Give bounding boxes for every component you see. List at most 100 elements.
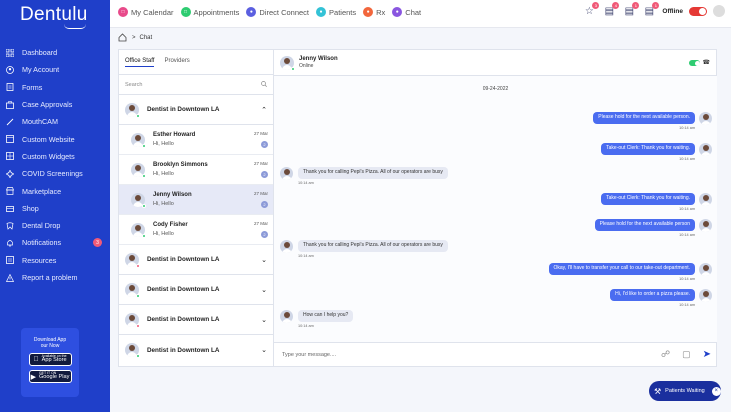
send-icon[interactable]: ➤ — [703, 349, 711, 360]
message-time: 10:14 am — [679, 206, 695, 211]
calendar-icon: □ — [118, 7, 128, 17]
sender-avatar — [280, 310, 293, 323]
widget-icon — [6, 152, 14, 161]
chevron-down-icon[interactable]: ⌄ — [261, 286, 267, 294]
contact-row[interactable]: Esther Howard Hi, Hello 27 Mar 2 — [119, 125, 273, 155]
sidebar-item-forms[interactable]: Forms — [0, 79, 110, 96]
top-bar: □ My Calendar □ Appointments ● Direct Conne… — [110, 0, 731, 28]
sender-avatar — [280, 167, 293, 180]
chat-toggle[interactable] — [689, 60, 700, 66]
patients-icon: ● — [316, 7, 327, 17]
sidebar-item-label: Dental Drop — [22, 221, 61, 231]
sidebar-item-label: Report a problem — [22, 273, 78, 282]
contact-row-selected[interactable]: Jenny Wilson Hi, Hello 27 Mar 2 — [119, 185, 273, 215]
sidebar-item-dental-drop[interactable]: Dental Drop — [0, 217, 110, 234]
sidebar-item-dashboard[interactable]: Dashboard — [0, 44, 110, 61]
home-icon[interactable] — [118, 33, 127, 42]
sidebar-item-notifications[interactable]: Notifications 3 — [0, 234, 110, 251]
sidebar-item-label: Shop — [22, 203, 39, 213]
topnav-my-calendar[interactable]: □ My Calendar — [118, 7, 174, 17]
sidebar-item-resources[interactable]: Resources — [0, 252, 110, 269]
topnav-label: Chat — [405, 7, 422, 17]
topnav-patients[interactable]: ● Patients — [316, 7, 356, 17]
contact-last-message: Hi, Hello — [153, 171, 174, 177]
cart-badge: 3 — [592, 2, 600, 9]
sidebar-item-custom-website[interactable]: Custom Website — [0, 130, 110, 147]
message-text: How can I help you? — [298, 310, 354, 322]
avatar — [125, 102, 140, 118]
inbox-badge: 4 — [612, 2, 620, 9]
message-time: 10:14 am — [679, 232, 695, 237]
logo-smile — [64, 24, 86, 29]
group-header[interactable]: Dentist in Downtown LA ⌄ — [119, 245, 273, 275]
message-text: Okay, I'll have to transfer your call to… — [548, 263, 695, 275]
user-avatar[interactable] — [713, 5, 725, 17]
briefcase-icon — [6, 100, 14, 109]
sidebar-item-my-account[interactable]: My Account — [0, 61, 110, 78]
sender-avatar — [699, 143, 712, 156]
group-header[interactable]: Dentist in Downtown LA ⌄ — [119, 335, 273, 365]
chat-tabs: Office Staff Providers — [119, 50, 273, 75]
sidebar: Dentulu Dashboard My Account Forms Case … — [0, 0, 110, 412]
chevron-up-icon[interactable]: ⌃ — [261, 106, 267, 114]
message-outgoing: Okay, I'll have to transfer your call to… — [548, 263, 695, 281]
messages-icon[interactable]: ▤ 1 — [622, 2, 640, 18]
contact-row[interactable]: Cody Fisher Hi, Hello 27 Mar 2 — [119, 215, 273, 245]
conversation: Jenny Wilson Online ☎ 09-24-2022 Please h… — [274, 50, 717, 366]
tab-office-staff[interactable]: Office Staff — [125, 58, 155, 67]
message-incoming: How can I help you? 10:14 am — [298, 310, 354, 328]
topnav-rx[interactable]: ● Rx — [363, 7, 385, 17]
topnav-label: Rx — [376, 7, 386, 17]
group-header[interactable]: Dentist in Downtown LA ⌄ — [119, 275, 273, 305]
message-area: 09-24-2022 Please hold for the next avai… — [274, 76, 717, 342]
sidebar-item-mouthcam[interactable]: MouthCAM — [0, 113, 110, 130]
close-icon[interactable]: × — [711, 386, 721, 396]
bell-icon[interactable]: ☎ — [703, 59, 710, 66]
chat-icon: ● — [392, 7, 403, 17]
chevron-down-icon[interactable]: ⌄ — [261, 256, 267, 264]
message-text: Take-out Clerk: Thank you for waiting. — [601, 193, 695, 205]
cart-icon[interactable]: ☆ 3 — [582, 2, 600, 18]
app-store-label: App Store — [39, 357, 67, 364]
google-play-button[interactable]: ▶ GET IT ON Google Play — [28, 370, 72, 383]
sidebar-item-marketplace[interactable]: Marketplace — [0, 182, 110, 199]
message-outgoing: Please hold for the next available perso… — [593, 112, 695, 130]
topnav-appointments[interactable]: □ Appointments — [180, 7, 239, 17]
sidebar-item-custom-widgets[interactable]: Custom Widgets — [0, 148, 110, 165]
contact-row[interactable]: Brooklyn Simmons Hi, Hello 27 Mar 2 — [119, 155, 273, 185]
sidebar-item-case-approvals[interactable]: Case Approvals — [0, 96, 110, 113]
unread-badge: 2 — [261, 231, 268, 238]
sidebar-item-report-a-problem[interactable]: Report a problem — [0, 269, 110, 286]
search-input[interactable]: Search — [125, 82, 142, 88]
online-status-toggle[interactable] — [689, 6, 707, 16]
chevron-down-icon[interactable]: ⌄ — [261, 316, 267, 324]
alerts-icon[interactable]: ▤ 1 — [642, 2, 660, 18]
grid-icon — [6, 48, 14, 57]
tooth-icon — [6, 222, 14, 230]
message-outgoing: Please hold for the next available perso… — [594, 219, 695, 237]
sidebar-item-covid-screenings[interactable]: COVID Screenings — [0, 165, 110, 182]
topnav-chat[interactable]: ● Chat — [392, 7, 421, 17]
inbox-icon[interactable]: ▤ 4 — [602, 2, 620, 18]
topnav-direct-connect[interactable]: ● Direct Connect — [246, 7, 309, 17]
search-bar[interactable]: Search — [119, 75, 273, 95]
chevron-down-icon[interactable]: ⌄ — [261, 346, 267, 354]
message-input[interactable]: Type your message.... — [282, 352, 336, 358]
tab-providers[interactable]: Providers — [164, 58, 189, 66]
app-store-button[interactable]: Available on theApp Store — [28, 353, 72, 366]
group-header[interactable]: Dentist in Downtown LA ⌄ — [119, 305, 273, 335]
patients-waiting-button[interactable]: ⚒ Patients Waiting × — [649, 381, 721, 401]
sidebar-item-label: Forms — [22, 82, 43, 92]
attachment-icon[interactable]: ▢ — [682, 349, 691, 360]
app-logo[interactable]: Dentulu — [20, 4, 88, 26]
contact-last-message: Hi, Hello — [153, 141, 174, 147]
paperclip-icon[interactable]: ☍ — [661, 349, 670, 360]
download-app-text: Download App our Now — [33, 337, 67, 349]
forms-icon — [6, 83, 14, 92]
message-incoming: Thank you for calling Pepi's Pizza. All … — [298, 167, 448, 185]
message-time: 10:14 am — [679, 125, 695, 130]
sidebar-item-shop[interactable]: Shop — [0, 200, 110, 217]
group-header[interactable]: Dentist in Downtown LA ⌃ — [119, 95, 273, 125]
message-text: Thank you for calling Pepi's Pizza. All … — [298, 167, 448, 179]
patients-waiting-label: Patients Waiting — [665, 388, 705, 394]
